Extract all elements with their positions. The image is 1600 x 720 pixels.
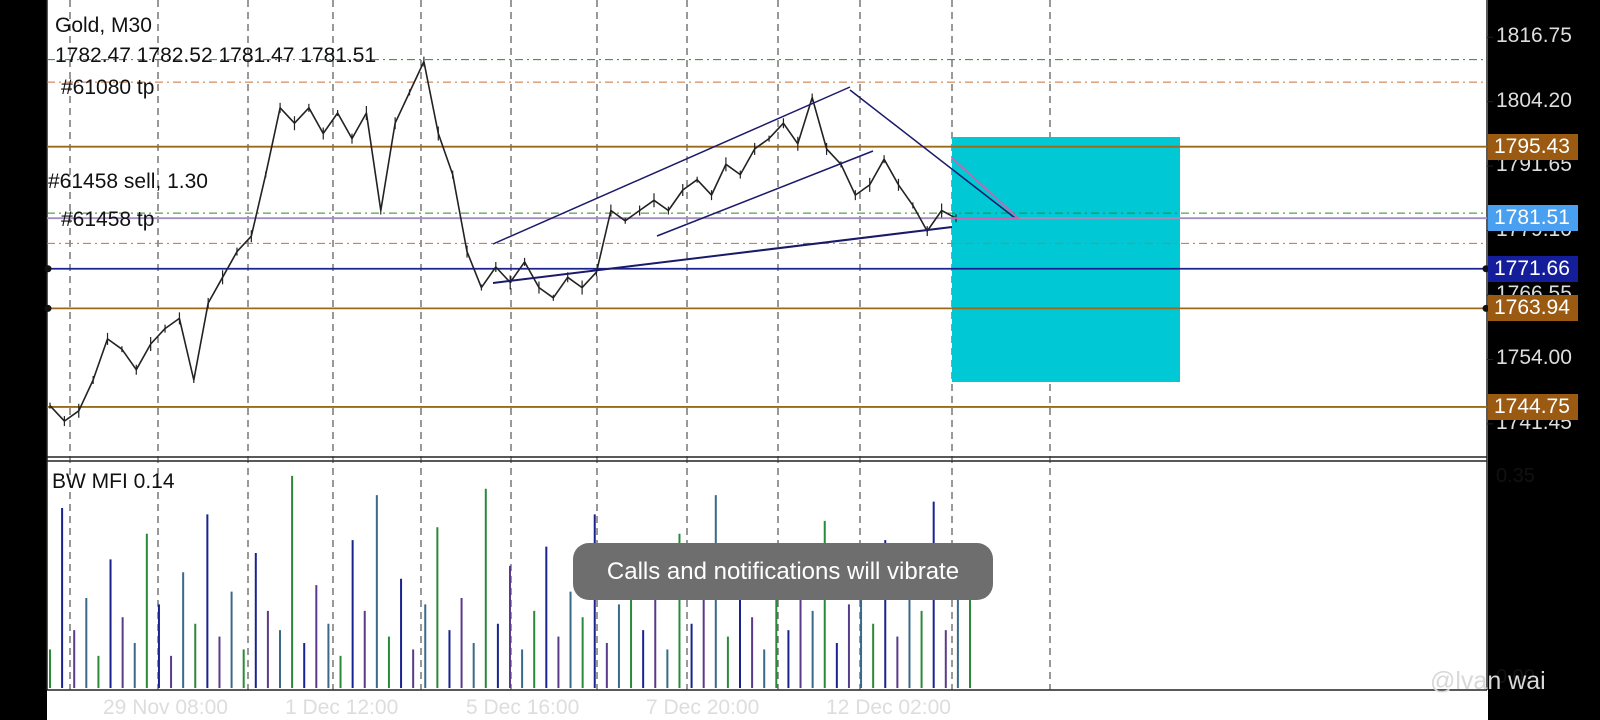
time-axis-label: 5 Dec 16:00 <box>466 696 580 719</box>
time-axis-label: 12 Dec 02:00 <box>826 696 951 719</box>
mfi-axis-top: 0.35 <box>1496 465 1535 487</box>
chart-svg <box>0 0 1600 720</box>
price-tag[interactable]: 1763.94 <box>1488 295 1578 322</box>
price-tag[interactable]: 1744.75 <box>1488 393 1578 420</box>
order-label-61458-sell: #61458 sell, 1.30 <box>48 170 208 193</box>
price-tag[interactable]: 1771.66 <box>1488 255 1578 282</box>
price-axis-tick: 1754.00 <box>1496 346 1572 370</box>
level-anchor-left[interactable] <box>44 265 52 273</box>
price-axis-tick: 1816.75 <box>1496 24 1572 48</box>
price-tag[interactable]: 1795.43 <box>1488 133 1578 160</box>
time-axis-label: 1 Dec 12:00 <box>285 696 399 719</box>
order-label-61458-tp: #61458 tp <box>61 208 155 231</box>
symbol-timeframe: Gold, M30 <box>55 14 152 37</box>
level-anchor-left[interactable] <box>44 304 52 312</box>
watermark: @lvan wai <box>1430 667 1546 695</box>
target-zone-rect <box>952 137 1180 382</box>
price-axis-tick: 1804.20 <box>1496 88 1572 112</box>
time-axis-label: 7 Dec 20:00 <box>646 696 760 719</box>
chart-background <box>47 0 1488 720</box>
price-tag[interactable]: 1781.51 <box>1488 205 1578 232</box>
notification-toast: Calls and notifications will vibrate <box>573 543 993 600</box>
ohlc-values: 1782.47 1782.52 1781.47 1781.51 <box>55 44 377 67</box>
time-axis-label: 29 Nov 08:00 <box>103 696 228 719</box>
indicator-title: BW MFI 0.14 <box>52 470 175 493</box>
order-label-61080-tp: #61080 tp <box>61 76 155 99</box>
